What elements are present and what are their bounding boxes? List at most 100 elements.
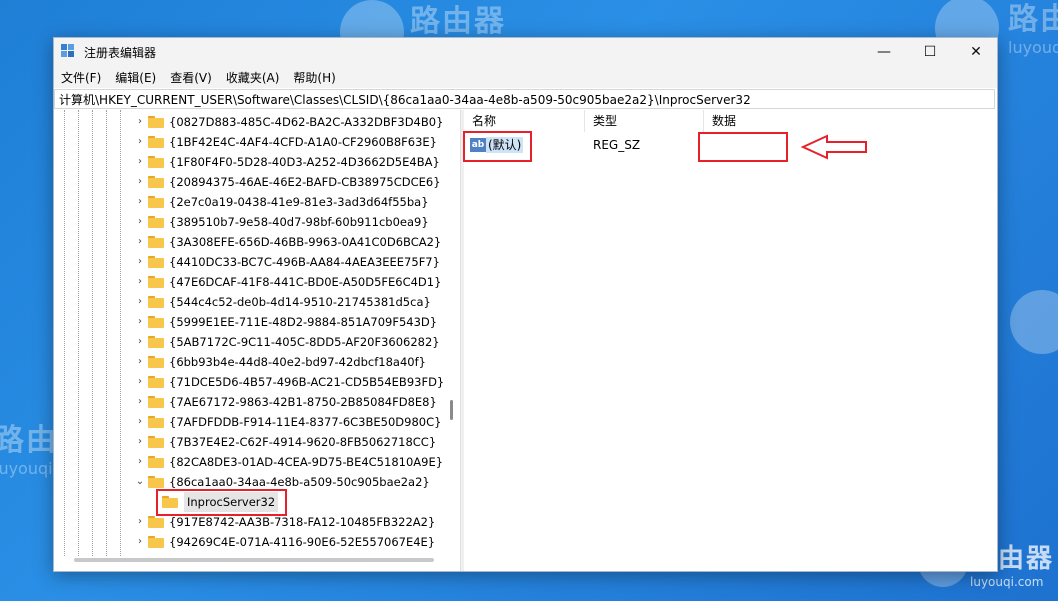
chevron-right-icon[interactable]: › bbox=[134, 352, 146, 372]
tree-item-label: {71DCE5D6-4B57-496B-AC21-CD5B54EB93FD} bbox=[169, 375, 445, 389]
maximize-button[interactable]: ☐ bbox=[907, 38, 953, 66]
tree-item[interactable]: › {7AFDFDDB-F914-11E4-8377-6C3BE50D980C} bbox=[134, 412, 460, 432]
tree-item-label: {82CA8DE3-01AD-4CEA-9D75-BE4C51810A9E} bbox=[169, 455, 444, 469]
folder-icon bbox=[148, 336, 164, 348]
column-header-name[interactable]: 名称 bbox=[464, 110, 585, 132]
chevron-right-icon[interactable]: › bbox=[134, 152, 146, 172]
minimize-icon: — bbox=[877, 44, 891, 60]
folder-icon bbox=[148, 276, 164, 288]
tree-item[interactable]: › {82CA8DE3-01AD-4CEA-9D75-BE4C51810A9E} bbox=[134, 452, 460, 472]
tree-item[interactable]: › {1F80F4F0-5D28-40D3-A252-4D3662D5E4BA} bbox=[134, 152, 460, 172]
tree-guide-line bbox=[64, 110, 65, 556]
value-type: REG_SZ bbox=[593, 138, 641, 152]
folder-icon bbox=[148, 456, 164, 468]
menu-edit[interactable]: 编辑(E) bbox=[108, 66, 163, 89]
tree-item[interactable]: › {7AE67172-9863-42B1-8750-2B85084FD8E8} bbox=[134, 392, 460, 412]
chevron-right-icon[interactable]: › bbox=[134, 532, 146, 552]
folder-icon bbox=[148, 196, 164, 208]
tree-item-label: {0827D883-485C-4D62-BA2C-A332DBF3D4B0} bbox=[169, 115, 444, 129]
menu-favorites[interactable]: 收藏夹(A) bbox=[219, 66, 287, 89]
chevron-right-icon[interactable]: › bbox=[134, 172, 146, 192]
tree-guide-line bbox=[78, 110, 79, 556]
highlight-default-value bbox=[463, 131, 532, 162]
column-header-type[interactable]: 类型 bbox=[585, 110, 704, 132]
tree-item[interactable]: › {71DCE5D6-4B57-496B-AC21-CD5B54EB93FD} bbox=[134, 372, 460, 392]
chevron-right-icon[interactable]: › bbox=[134, 132, 146, 152]
folder-icon bbox=[148, 216, 164, 228]
tree-item[interactable]: › {94269C4E-071A-4116-90E6-52E557067E4E} bbox=[134, 532, 460, 552]
tree-item-label: {47E6DCAF-41F8-441C-BD0E-A50D5FE6C4D1} bbox=[169, 275, 442, 289]
close-button[interactable]: ✕ bbox=[953, 38, 999, 66]
chevron-right-icon[interactable]: › bbox=[134, 312, 146, 332]
highlight-data-cell bbox=[698, 132, 788, 162]
tree-guide-line bbox=[92, 110, 93, 556]
tree-item[interactable]: › {544c4c52-de0b-4d14-9510-21745381d5ca} bbox=[134, 292, 460, 312]
chevron-right-icon[interactable]: › bbox=[134, 392, 146, 412]
tree-item-label: {3A308EFE-656D-46BB-9963-0A41C0D6BCA2} bbox=[169, 235, 442, 249]
tree-item-label: {2e7c0a19-0438-41e9-81e3-3ad3d64f55ba} bbox=[169, 195, 429, 209]
chevron-right-icon[interactable]: › bbox=[134, 212, 146, 232]
folder-icon bbox=[148, 296, 164, 308]
minimize-button[interactable]: — bbox=[861, 38, 907, 66]
chevron-right-icon[interactable]: › bbox=[134, 192, 146, 212]
tree-item-label: {1BF42E4C-4AF4-4CFD-A1A0-CF2960B8F63E} bbox=[169, 135, 437, 149]
tree-item-label: {94269C4E-071A-4116-90E6-52E557067E4E} bbox=[169, 535, 436, 549]
chevron-right-icon[interactable]: › bbox=[134, 512, 146, 532]
tree-item-label: {7AE67172-9863-42B1-8750-2B85084FD8E8} bbox=[169, 395, 437, 409]
tree-item[interactable]: › {20894375-46AE-46E2-BAFD-CB38975CDCE6} bbox=[134, 172, 460, 192]
folder-icon bbox=[148, 236, 164, 248]
chevron-right-icon[interactable]: › bbox=[134, 292, 146, 312]
tree-item[interactable]: › {2e7c0a19-0438-41e9-81e3-3ad3d64f55ba} bbox=[134, 192, 460, 212]
tree-item-label: {4410DC33-BC7C-496B-AA84-4AEA3EEE75F7} bbox=[169, 255, 440, 269]
tree-guide-line bbox=[106, 110, 107, 556]
tree-item[interactable]: › {3A308EFE-656D-46BB-9963-0A41C0D6BCA2} bbox=[134, 232, 460, 252]
chevron-right-icon[interactable]: › bbox=[134, 112, 146, 132]
menu-view[interactable]: 查看(V) bbox=[163, 66, 219, 89]
tree-item[interactable]: › {4410DC33-BC7C-496B-AA84-4AEA3EEE75F7} bbox=[134, 252, 460, 272]
watermark: 路由器 luyouqi.com bbox=[1008, 2, 1058, 57]
tree-horizontal-scrollbar[interactable] bbox=[74, 558, 434, 562]
column-header-data[interactable]: 数据 bbox=[704, 110, 995, 132]
folder-icon bbox=[148, 156, 164, 168]
watermark-logo bbox=[1010, 290, 1058, 354]
tree-item-label: {6bb93b4e-44d8-40e2-bd97-42dbcf18a40f} bbox=[169, 355, 426, 369]
chevron-right-icon[interactable]: › bbox=[134, 372, 146, 392]
folder-icon bbox=[148, 376, 164, 388]
tree-item-label: {5999E1EE-711E-48D2-9884-851A709F543D} bbox=[169, 315, 438, 329]
folder-icon bbox=[148, 416, 164, 428]
title-bar[interactable]: 注册表编辑器 — ☐ ✕ bbox=[54, 38, 997, 66]
chevron-right-icon[interactable]: › bbox=[134, 432, 146, 452]
tree-item[interactable]: › {0827D883-485C-4D62-BA2C-A332DBF3D4B0} bbox=[134, 112, 460, 132]
chevron-down-icon[interactable]: ⌄ bbox=[134, 472, 146, 492]
chevron-right-icon[interactable]: › bbox=[134, 332, 146, 352]
folder-icon bbox=[148, 536, 164, 548]
tree-item[interactable]: › {5AB7172C-9C11-405C-8DD5-AF20F3606282} bbox=[134, 332, 460, 352]
folder-icon bbox=[148, 116, 164, 128]
menu-help[interactable]: 帮助(H) bbox=[286, 66, 342, 89]
value-list[interactable]: 名称 类型 数据 ab (默认) REG_SZ bbox=[464, 110, 995, 571]
chevron-right-icon[interactable]: › bbox=[134, 452, 146, 472]
folder-icon bbox=[148, 316, 164, 328]
menu-file[interactable]: 文件(F) bbox=[54, 66, 108, 89]
registry-editor-icon bbox=[61, 44, 74, 57]
chevron-right-icon[interactable]: › bbox=[134, 272, 146, 292]
tree-item[interactable]: › {7B37E4E2-C62F-4914-9620-8FB5062718CC} bbox=[134, 432, 460, 452]
address-bar[interactable]: 计算机\HKEY_CURRENT_USER\Software\Classes\C… bbox=[54, 89, 995, 109]
tree-item-label: {389510b7-9e58-40d7-98bf-60b911cb0ea9} bbox=[169, 215, 429, 229]
tree-item[interactable]: › {47E6DCAF-41F8-441C-BD0E-A50D5FE6C4D1} bbox=[134, 272, 460, 292]
tree-item[interactable]: › {5999E1EE-711E-48D2-9884-851A709F543D} bbox=[134, 312, 460, 332]
tree-vertical-scrollbar[interactable] bbox=[450, 400, 453, 420]
folder-icon bbox=[148, 136, 164, 148]
chevron-right-icon[interactable]: › bbox=[134, 232, 146, 252]
tree-item-label: {544c4c52-de0b-4d14-9510-21745381d5ca} bbox=[169, 295, 431, 309]
tree-item[interactable]: › {6bb93b4e-44d8-40e2-bd97-42dbcf18a40f} bbox=[134, 352, 460, 372]
tree-item-label: {20894375-46AE-46E2-BAFD-CB38975CDCE6} bbox=[169, 175, 441, 189]
tree-item[interactable]: › {1BF42E4C-4AF4-4CFD-A1A0-CF2960B8F63E} bbox=[134, 132, 460, 152]
folder-icon bbox=[148, 176, 164, 188]
highlight-inprocserver32 bbox=[156, 489, 287, 516]
tree-item-label: {1F80F4F0-5D28-40D3-A252-4D3662D5E4BA} bbox=[169, 155, 440, 169]
tree-item-label: {5AB7172C-9C11-405C-8DD5-AF20F3606282} bbox=[169, 335, 440, 349]
chevron-right-icon[interactable]: › bbox=[134, 252, 146, 272]
tree-item[interactable]: › {389510b7-9e58-40d7-98bf-60b911cb0ea9} bbox=[134, 212, 460, 232]
chevron-right-icon[interactable]: › bbox=[134, 412, 146, 432]
